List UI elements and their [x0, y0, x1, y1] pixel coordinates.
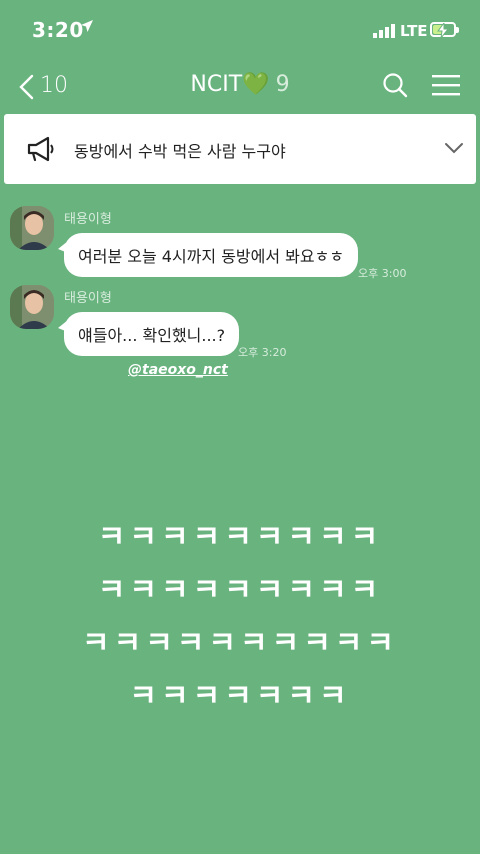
chat-room-name: NCIT💚 [190, 72, 270, 97]
network-type: LTE [400, 22, 428, 40]
avatar[interactable] [10, 285, 54, 329]
overlay-text-line: ㅋㅋㅋㅋㅋㅋㅋ [129, 679, 351, 714]
sender-name: 태용이형 [64, 291, 112, 306]
megaphone-icon [27, 136, 54, 162]
status-time: 3:20 [32, 18, 84, 42]
avatar[interactable] [10, 206, 54, 250]
signal-bars-icon [373, 24, 395, 38]
chat-title: NCIT💚 9 [0, 72, 480, 97]
overlay-text-line: ㅋㅋㅋㅋㅋㅋㅋㅋㅋ [97, 573, 383, 608]
notice-text: 동방에서 수박 먹은 사람 누구야 [74, 142, 286, 161]
member-count: 9 [275, 72, 290, 97]
battery-icon [430, 22, 459, 38]
overlay-text-line: ㅋㅋㅋㅋㅋㅋㅋㅋㅋㅋ [82, 626, 398, 661]
message-time: 오후 3:20 [238, 346, 287, 359]
pinned-notice[interactable]: 동방에서 수박 먹은 사람 누구야 [4, 114, 476, 184]
location-arrow-icon [81, 20, 93, 32]
message-time: 오후 3:00 [358, 267, 407, 280]
chevron-down-icon[interactable] [444, 142, 464, 154]
message-bubble[interactable]: 얘들아... 확인했니...? [57, 312, 240, 356]
chat-header: 10 NCIT💚 9 [0, 60, 480, 112]
sender-name: 태용이형 [64, 212, 112, 227]
search-icon[interactable] [382, 72, 408, 98]
overlay-text-line: ㅋㅋㅋㅋㅋㅋㅋㅋㅋ [97, 520, 383, 555]
status-bar: 3:20 LTE [0, 0, 480, 60]
message-bubble[interactable]: 여러분 오늘 4시까지 동방에서 봐요ㅎㅎ [57, 233, 359, 277]
menu-icon[interactable] [432, 74, 460, 96]
instagram-tag[interactable]: @taeoxo_nct [128, 362, 228, 378]
